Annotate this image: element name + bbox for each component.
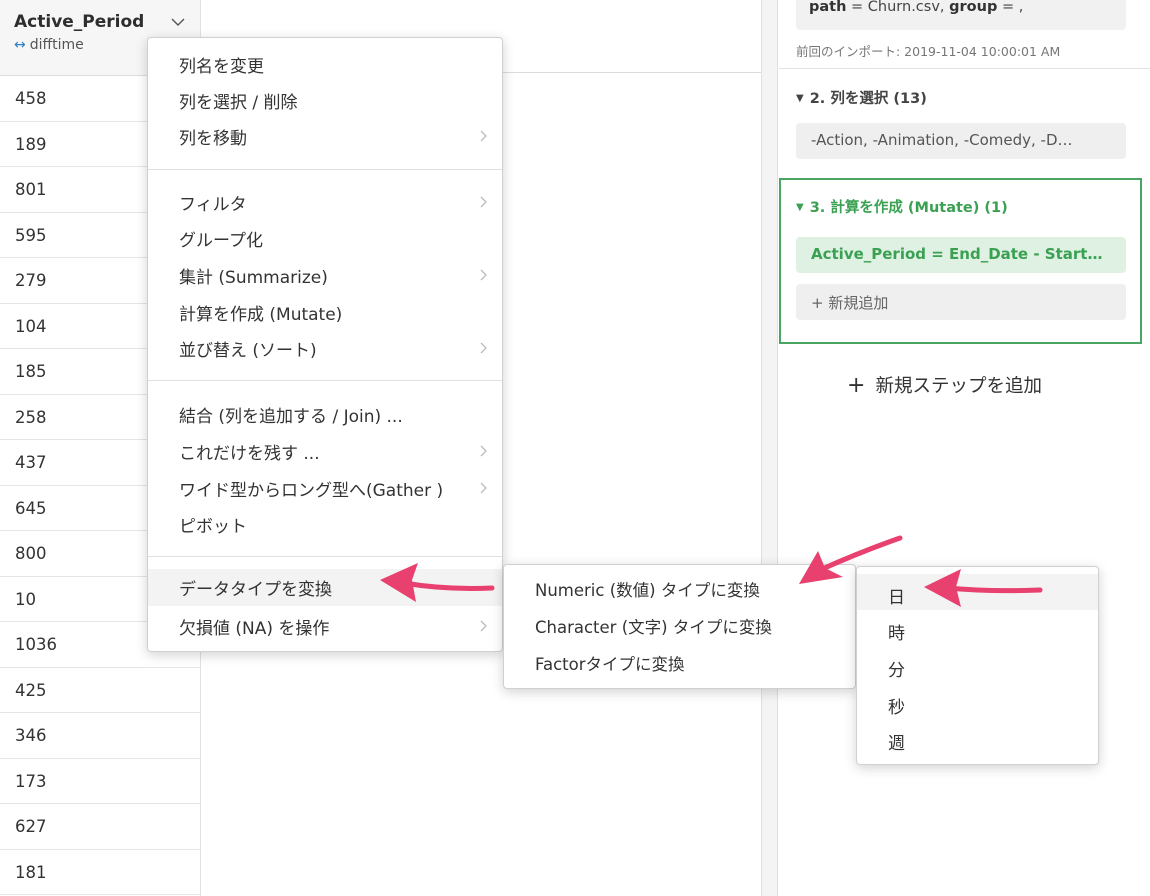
plus-icon: +	[847, 373, 866, 398]
menu-item-rename[interactable]: 列名を変更	[148, 46, 502, 83]
menu-item-label: 計算を作成 (Mutate)	[179, 305, 343, 325]
table-cell[interactable]: 346	[0, 713, 200, 759]
unit-item-minute[interactable]: 分	[857, 647, 1098, 683]
divider	[779, 68, 1150, 69]
submenu-item-character[interactable]: Character (文字) タイプに変換	[504, 602, 855, 638]
menu-item-handle-na[interactable]: 欠損値 (NA) を操作	[148, 608, 502, 645]
chevron-right-icon	[480, 196, 487, 208]
menu-item-summarize[interactable]: 集計 (Summarize)	[148, 257, 502, 294]
menu-divider	[148, 380, 502, 381]
menu-item-label: 並び替え (ソート)	[179, 341, 317, 361]
add-step-label: 新規ステップを追加	[875, 376, 1042, 397]
panel-splitter[interactable]	[761, 0, 778, 896]
last-import-label: 前回のインポート: 2019-11-04 10:00:01 AM	[796, 44, 1061, 59]
submenu-item-factor[interactable]: Factorタイプに変換	[504, 639, 855, 675]
menu-item-label: 列名を変更	[179, 57, 264, 77]
menu-divider	[148, 556, 502, 557]
step-3-header[interactable]: ▼ 3. 計算を作成 (Mutate) (1)	[796, 196, 1008, 217]
menu-item-label: 結合 (列を追加する / Join) ...	[179, 407, 403, 427]
menu-item-label: 欠損値 (NA) を操作	[179, 619, 330, 639]
menu-item-filter[interactable]: フィルタ	[148, 184, 502, 221]
menu-item-label: ピボット	[179, 517, 247, 537]
add-new-button[interactable]: + 新規追加	[796, 284, 1126, 320]
chevron-right-icon	[480, 620, 487, 632]
chevron-right-icon	[480, 130, 487, 142]
unit-item-day[interactable]: 日	[857, 574, 1098, 610]
convert-type-submenu: Numeric (数値) タイプに変換 Character (文字) タイプに変…	[503, 564, 856, 689]
group-key: group	[949, 0, 998, 15]
menu-divider	[148, 169, 502, 170]
chevron-right-icon	[480, 445, 487, 457]
menu-item-move-column[interactable]: 列を移動	[148, 118, 502, 155]
menu-item-join[interactable]: 結合 (列を追加する / Join) ...	[148, 396, 502, 433]
menu-item-mutate[interactable]: 計算を作成 (Mutate)	[148, 294, 502, 331]
double-arrow-icon: ↔	[14, 37, 26, 53]
chevron-right-icon	[480, 269, 487, 281]
add-step-button[interactable]: + 新規ステップを追加	[847, 372, 1042, 398]
chevron-right-icon	[480, 342, 487, 354]
menu-item-gather[interactable]: ワイド型からロング型へ(Gather )	[148, 470, 502, 507]
menu-item-label: グループ化	[179, 231, 263, 251]
step-3-content[interactable]: Active_Period = End_Date - Start…	[796, 237, 1126, 273]
column-context-menu: 列名を変更 列を選択 / 削除 列を移動 フィルタ グループ化 集計 (Summ…	[147, 37, 503, 652]
menu-item-label: フィルタ	[179, 195, 247, 215]
menu-item-label: ワイド型からロング型へ(Gather )	[179, 481, 444, 501]
source-step-box[interactable]: path = Churn.csv, group = ,	[796, 0, 1126, 30]
unit-item-second[interactable]: 秒	[857, 684, 1098, 720]
step-2-title: 2. 列を選択 (13)	[809, 91, 927, 107]
table-cell[interactable]: 173	[0, 759, 200, 804]
menu-item-pivot[interactable]: ピボット	[148, 506, 502, 543]
step-3-title: 3. 計算を作成 (Mutate) (1)	[809, 200, 1008, 216]
unit-item-hour[interactable]: 時	[857, 610, 1098, 646]
menu-item-label: データタイプを変換	[179, 580, 332, 600]
group-value: = ,	[997, 0, 1024, 15]
path-value: = Churn.csv,	[846, 0, 950, 15]
menu-item-keep-only[interactable]: これだけを残す ...	[148, 433, 502, 470]
step-2-header[interactable]: ▼ 2. 列を選択 (13)	[796, 87, 927, 108]
menu-item-convert-type[interactable]: データタイプを変換	[148, 569, 502, 606]
menu-item-label: これだけを残す ...	[179, 444, 320, 464]
table-cell[interactable]: 627	[0, 804, 200, 850]
unit-item-week[interactable]: 週	[857, 720, 1098, 756]
caret-down-icon[interactable]: ▼	[796, 202, 804, 213]
menu-item-label: 集計 (Summarize)	[179, 268, 328, 288]
caret-down-icon[interactable]: ▼	[796, 93, 804, 104]
submenu-item-numeric[interactable]: Numeric (数値) タイプに変換	[504, 565, 855, 601]
menu-item-label: 列を選択 / 削除	[179, 93, 298, 113]
menu-item-sort[interactable]: 並び替え (ソート)	[148, 330, 502, 367]
path-key: path	[809, 0, 847, 15]
table-cell[interactable]: 181	[0, 850, 200, 895]
chevron-down-icon[interactable]	[171, 17, 185, 27]
chevron-right-icon	[480, 482, 487, 494]
menu-item-label: 列を移動	[179, 129, 247, 149]
table-cell[interactable]: 425	[0, 668, 200, 713]
menu-item-group-by[interactable]: グループ化	[148, 220, 502, 257]
exploratory-app: Active_Period ↔ difftime 458 189 801 595 …	[0, 0, 1150, 896]
column-type-label: difftime	[29, 37, 84, 53]
time-unit-submenu: 日 時 分 秒 週	[856, 566, 1099, 765]
menu-item-select-columns[interactable]: 列を選択 / 削除	[148, 82, 502, 119]
step-2-content[interactable]: -Action, -Animation, -Comedy, -D…	[796, 123, 1126, 159]
